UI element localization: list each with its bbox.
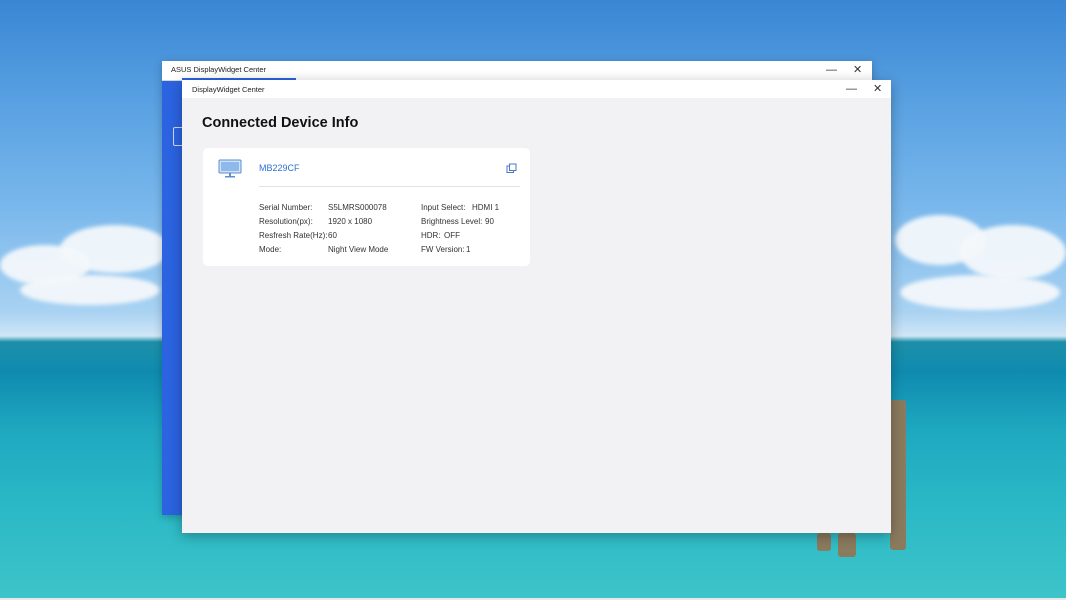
monitor-icon (218, 159, 242, 178)
back-window-titlebar[interactable]: ASUS DisplayWidget Center — ✕ (162, 61, 872, 81)
page-title: Connected Device Info (202, 115, 359, 131)
resolution-label: Resolution(px): (259, 217, 313, 226)
brightness-level-value: 90 (485, 217, 494, 226)
copy-icon[interactable] (506, 163, 517, 174)
front-window-titlebar[interactable]: DisplayWidget Center — ✕ (182, 80, 891, 98)
refresh-rate-value: 60 (328, 231, 337, 240)
fw-version-value: 1 (466, 245, 471, 254)
card-divider (259, 186, 520, 187)
cloud (20, 275, 160, 305)
wooden-post (838, 533, 856, 557)
back-window-sidebar-element (173, 127, 182, 146)
back-window-close-button[interactable]: ✕ (853, 63, 862, 77)
hdr-value: OFF (444, 231, 460, 240)
hdr-label: HDR: (421, 231, 441, 240)
cloud (960, 225, 1066, 280)
fw-version-label: FW Version: (421, 245, 465, 254)
refresh-rate-label: Resfresh Rate(Hz): (259, 231, 328, 240)
front-window-close-button[interactable]: ✕ (873, 82, 882, 96)
mode-label: Mode: (259, 245, 282, 254)
serial-number-label: Serial Number: (259, 203, 313, 212)
front-window-title: DisplayWidget Center (192, 85, 265, 94)
brightness-level-label: Brightness Level: (421, 217, 483, 226)
mode-value: Night View Mode (328, 245, 389, 254)
resolution-value: 1920 x 1080 (328, 217, 373, 226)
back-window-title: ASUS DisplayWidget Center (171, 65, 267, 74)
device-card: MB229CF Serial Number: S5LMRS000078 Reso… (203, 148, 530, 266)
wooden-post (890, 400, 906, 550)
back-window-minimize-button[interactable]: — (826, 63, 837, 77)
cloud (900, 275, 1060, 310)
input-select-value: HDMI 1 (472, 203, 500, 212)
front-window: DisplayWidget Center — ✕ Connected Devic… (182, 80, 891, 533)
device-model-name: MB229CF (259, 163, 300, 173)
front-window-minimize-button[interactable]: — (846, 82, 857, 96)
input-select-label: Input Select: (421, 203, 466, 212)
serial-number-value: S5LMRS000078 (328, 203, 387, 212)
wooden-post (817, 533, 831, 551)
